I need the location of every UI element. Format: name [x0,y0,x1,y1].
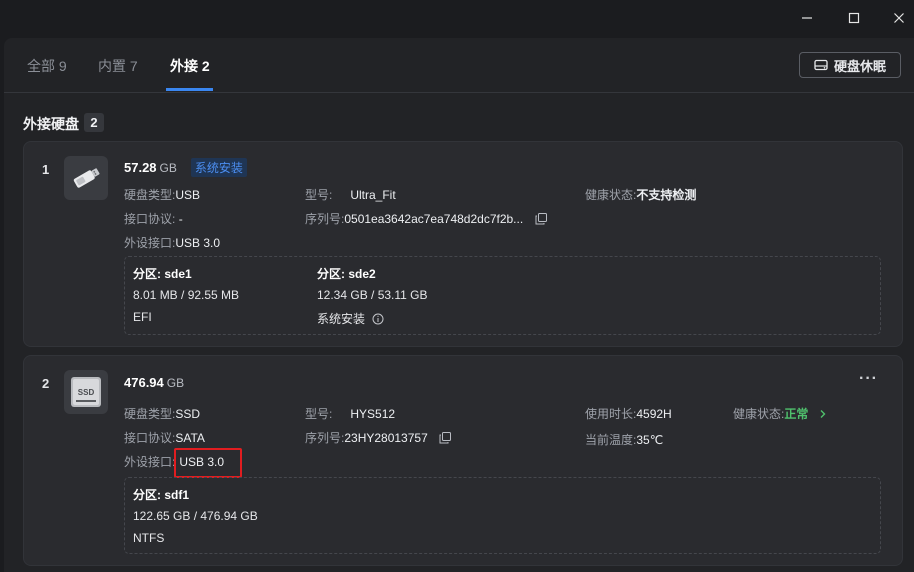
drive-index: 2 [42,376,50,391]
drive-size-unit: GB [166,376,185,390]
partition-fs: 系统安装 [317,310,384,327]
copy-icon[interactable] [535,213,547,228]
partition-usage: 8.01 MB / 92.55 MB [133,288,240,302]
section-count-badge: 2 [84,113,104,132]
system-install-badge: 系统安装 [190,158,247,177]
uptime-value: 4592H [636,407,672,421]
usb-stick-icon [64,156,108,200]
ssd-icon: SSD [64,370,108,414]
section-title: 外接硬盘 [23,116,79,132]
model-field: 型号: Ultra_Fit [305,186,396,203]
partition-usage: 122.65 GB / 476.94 GB [133,509,258,523]
serial-value: 23HY28013757 [344,431,428,445]
partition-name: 分区: sde1 [133,267,192,281]
info-icon[interactable] [372,313,384,325]
partition-fs: NTFS [133,531,165,545]
title-bar [0,0,914,38]
port-field: 外设接口:USB 3.0 [124,234,220,251]
minimize-icon [802,17,812,19]
disk-type-label: 硬盘类型: [124,407,176,421]
protocol-field: 接口协议: - [124,210,183,227]
temperature-value: 35℃ [636,433,664,447]
health-value: 正常 [784,407,809,421]
health-field[interactable]: 健康状态:正常 [733,405,828,422]
more-options-button[interactable]: ··· [859,370,878,388]
tab-all[interactable]: 全部 9 [27,56,67,76]
disk-panel: 全部 9 内置 7 外接 2 硬盘休眠 外接硬盘 2 1 57.28 GB 系统… [4,38,914,572]
drive-card[interactable]: 1 57.28 GB 系统安装 硬盘类型:USB 接口协议: - 外设接口:USB … [23,141,903,347]
health-value: 不支持检测 [636,188,697,202]
partition-name: 分区: sdf1 [133,488,190,502]
tab-external[interactable]: 外接 2 [170,56,210,76]
copy-icon[interactable] [439,432,452,447]
serial-value: 0501ea3642ac7ea748d2dc7f2b... [344,212,524,226]
highlight-box [174,448,242,478]
model-value: Ultra_Fit [350,188,396,202]
protocol-field: 接口协议:SATA [124,429,205,446]
disk-sleep-label: 硬盘休眠 [833,58,886,74]
svg-text:SSD: SSD [78,388,95,397]
drive-size: 476.94 GB [124,375,184,390]
temperature-field: 当前温度:35℃ [585,431,663,448]
partition-fs: EFI [133,310,152,324]
drive-card[interactable]: 2 SSD 476.94 GB ··· 硬盘类型:SSD 接口协议:SATA 外设… [23,355,903,566]
model-value: HYS512 [350,407,396,421]
protocol-value: - [178,212,183,226]
partition-box: 分区: sdf1 122.65 GB / 476.94 GB NTFS [124,477,881,554]
drive-size: 57.28 GB 系统安装 [124,158,247,177]
protocol-value: SATA [175,431,205,445]
disk-sleep-button[interactable]: 硬盘休眠 [799,52,901,78]
disk-type-field: 硬盘类型:USB [124,186,200,203]
close-icon [894,13,904,23]
model-label: 型号: [305,407,333,421]
serial-label: 序列号: [305,431,345,445]
active-tab-indicator [166,88,213,91]
port-label: 外设接口: [124,455,176,469]
partition-usage: 12.34 GB / 53.11 GB [317,288,428,302]
drive-size-value: 476.94 [124,375,164,390]
close-button[interactable] [884,6,914,30]
tab-bar: 全部 9 内置 7 外接 2 硬盘休眠 [4,38,914,93]
disk-type-label: 硬盘类型: [124,188,176,202]
uptime-label: 使用时长: [585,407,637,421]
maximize-button[interactable] [839,6,869,30]
drive-size-value: 57.28 [124,160,157,175]
disk-type-value: SSD [175,407,201,421]
protocol-label: 接口协议: [124,212,176,226]
drive-icon [814,59,828,71]
chevron-right-icon [820,410,826,418]
model-field: 型号: HYS512 [305,405,395,422]
serial-label: 序列号: [305,212,345,226]
disk-type-value: USB [175,188,201,202]
model-label: 型号: [305,188,333,202]
uptime-field: 使用时长:4592H [585,405,672,422]
port-value: USB 3.0 [175,236,221,250]
disk-type-field: 硬盘类型:SSD [124,405,200,422]
drive-size-unit: GB [159,161,177,175]
protocol-label: 接口协议: [124,431,176,445]
maximize-icon [848,12,860,24]
serial-field: 序列号:23HY28013757 [305,429,452,447]
port-label: 外设接口: [124,236,176,250]
temperature-label: 当前温度: [585,433,637,447]
drive-index: 1 [42,162,50,177]
health-field: 健康状态:不支持检测 [585,186,696,203]
partition-name: 分区: sde2 [317,267,376,281]
partition-box: 分区: sde1 8.01 MB / 92.55 MB EFI 分区: sde2… [124,256,881,335]
health-label: 健康状态: [585,188,637,202]
health-label: 健康状态: [733,407,785,421]
tab-internal[interactable]: 内置 7 [98,56,138,76]
minimize-button[interactable] [792,6,822,30]
serial-field: 序列号:0501ea3642ac7ea748d2dc7f2b... [305,210,547,228]
